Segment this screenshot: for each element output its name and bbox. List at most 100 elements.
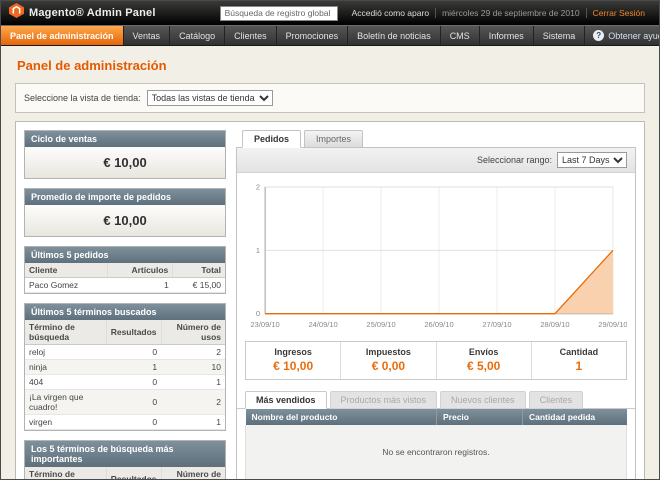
content-area: Panel de administración Seleccione la vi… — [1, 46, 659, 480]
table-row: virgen01 — [25, 415, 225, 430]
top-search-title: Los 5 términos de búsqueda más important… — [25, 441, 225, 467]
svg-text:29/09/10: 29/09/10 — [598, 320, 627, 329]
last-search-table: Término de búsqueda Resultados Número de… — [25, 320, 225, 430]
column-header: Término de búsqueda — [25, 467, 106, 480]
chart-tabs: Pedidos Importes — [236, 130, 636, 148]
total-value: € 0,00 — [341, 359, 435, 373]
nav-dashboard[interactable]: Panel de administración — [1, 26, 124, 45]
tab-mas-vendidos[interactable]: Más vendidos — [245, 391, 327, 409]
table-header-row: Cliente Artículos Total — [25, 263, 225, 278]
table-header-row: Término de búsqueda Resultados Número de… — [25, 320, 225, 345]
help-link[interactable]: ? Obtener ayuda para esta página — [585, 26, 660, 45]
last-search-box: Últimos 5 términos buscados Término de b… — [24, 303, 226, 431]
logo-text: Magento® Admin Panel — [29, 7, 156, 19]
column-header: Precio — [437, 409, 523, 425]
store-view-select[interactable]: Todas las vistas de tienda — [147, 90, 273, 106]
total-cantidad: Cantidad 1 — [532, 342, 626, 379]
table-cell: 1 — [106, 360, 161, 375]
column-header: Número de usos — [161, 320, 225, 345]
tab-importes[interactable]: Importes — [304, 130, 363, 148]
nav-promociones[interactable]: Promociones — [277, 26, 349, 45]
table-cell: virgen — [25, 415, 106, 430]
total-label: Envíos — [437, 347, 531, 357]
store-view-label: Seleccione la vista de tienda: — [24, 93, 141, 103]
last-orders-table: Cliente Artículos Total Paco Gomez1€ 15,… — [25, 263, 225, 293]
nav-informes[interactable]: Informes — [480, 26, 534, 45]
last-orders-title: Últimos 5 pedidos — [25, 247, 225, 263]
total-label: Impuestos — [341, 347, 435, 357]
column-header: Nombre del producto — [246, 409, 437, 425]
top-header: Magento® Admin Panel Accedió como aparo … — [1, 1, 659, 25]
dashboard-main: Pedidos Importes Seleccionar rango: Last… — [236, 130, 636, 480]
svg-text:24/09/10: 24/09/10 — [308, 320, 337, 329]
total-envios: Envíos € 5,00 — [437, 342, 532, 379]
magento-logo-icon — [9, 3, 24, 23]
nav-clientes[interactable]: Clientes — [225, 26, 277, 45]
nav-cms[interactable]: CMS — [441, 26, 480, 45]
top-search-box: Los 5 términos de búsqueda más important… — [24, 440, 226, 480]
column-header: Resultados — [106, 320, 161, 345]
orders-chart: 23/09/1024/09/1025/09/1026/09/1027/09/10… — [245, 179, 627, 332]
table-cell: 0 — [106, 415, 161, 430]
column-header: Resultados — [106, 467, 161, 480]
table-cell: ninja — [25, 360, 106, 375]
table-header-row: Nombre del producto Precio Cantidad pedi… — [246, 409, 627, 425]
top-search-table: Término de búsqueda Resultados Número de… — [25, 467, 225, 480]
table-cell: 2 — [161, 390, 225, 415]
svg-text:27/09/10: 27/09/10 — [482, 320, 511, 329]
table-cell: Paco Gomez — [25, 278, 107, 293]
dashboard-panel: Ciclo de ventas € 10,00 Promedio de impo… — [15, 121, 645, 480]
range-select[interactable]: Last 7 Days — [557, 152, 627, 168]
total-impuestos: Impuestos € 0,00 — [341, 342, 436, 379]
lifetime-sales-value: € 10,00 — [25, 147, 225, 178]
chart-wrap: 23/09/1024/09/1025/09/1026/09/1027/09/10… — [237, 173, 635, 334]
current-date: miércoles 29 de septiembre de 2010 — [435, 8, 587, 18]
tab-nuevos-clientes[interactable]: Nuevos clientes — [440, 391, 526, 409]
global-search-input[interactable] — [220, 6, 338, 21]
column-header: Término de búsqueda — [25, 320, 106, 345]
empty-message: No se encontraron registros. — [246, 425, 627, 480]
range-label: Seleccionar rango: — [477, 155, 552, 165]
svg-text:25/09/10: 25/09/10 — [366, 320, 395, 329]
left-column: Ciclo de ventas € 10,00 Promedio de impo… — [24, 130, 226, 480]
total-label: Ingresos — [246, 347, 340, 357]
svg-text:0: 0 — [256, 309, 260, 318]
total-value: € 10,00 — [246, 359, 340, 373]
tab-pedidos[interactable]: Pedidos — [242, 130, 301, 148]
column-header: Cliente — [25, 263, 107, 278]
last-orders-box: Últimos 5 pedidos Cliente Artículos Tota… — [24, 246, 226, 294]
nav-boletin[interactable]: Boletín de noticias — [348, 26, 441, 45]
table-cell: 1 — [161, 415, 225, 430]
table-cell: 2 — [161, 345, 225, 360]
nav-ventas[interactable]: Ventas — [124, 26, 171, 45]
table-cell: 0 — [106, 390, 161, 415]
grid-tabs: Más vendidos Productos más vistos Nuevos… — [237, 387, 635, 409]
table-row: ninja110 — [25, 360, 225, 375]
svg-text:2: 2 — [256, 183, 260, 192]
nav-catalogo[interactable]: Catálogo — [170, 26, 225, 45]
help-icon: ? — [593, 30, 604, 41]
table-cell: reloj — [25, 345, 106, 360]
totals-bar: Ingresos € 10,00 Impuestos € 0,00 Envíos… — [245, 341, 627, 380]
store-view-chooser: Seleccione la vista de tienda: Todas las… — [15, 83, 645, 113]
page-title: Panel de administración — [17, 58, 645, 73]
table-cell: 1 — [107, 278, 173, 293]
logout-link[interactable]: Cerrar Sesión — [587, 8, 651, 18]
column-header: Número de usos — [161, 467, 225, 480]
tab-productos-mas-vistos[interactable]: Productos más vistos — [330, 391, 438, 409]
tab-clientes[interactable]: Clientes — [529, 391, 584, 409]
column-header: Total — [173, 263, 225, 278]
column-header: Cantidad pedida — [523, 409, 627, 425]
header-user-info: Accedió como aparo miércoles 29 de septi… — [346, 8, 651, 18]
magento-logo[interactable]: Magento® Admin Panel — [9, 3, 156, 23]
chart-panel: Seleccionar rango: Last 7 Days 23/09/102… — [236, 148, 636, 480]
average-orders-title: Promedio de importe de pedidos — [25, 189, 225, 205]
magento-admin-page: Magento® Admin Panel Accedió como aparo … — [0, 0, 660, 480]
total-value: 1 — [532, 359, 626, 373]
table-cell: 0 — [106, 345, 161, 360]
table-cell: 404 — [25, 375, 106, 390]
table-row: Paco Gomez1€ 15,00 — [25, 278, 225, 293]
nav-sistema[interactable]: Sistema — [534, 26, 586, 45]
svg-text:26/09/10: 26/09/10 — [424, 320, 453, 329]
help-label: Obtener ayuda para esta página — [608, 31, 660, 41]
